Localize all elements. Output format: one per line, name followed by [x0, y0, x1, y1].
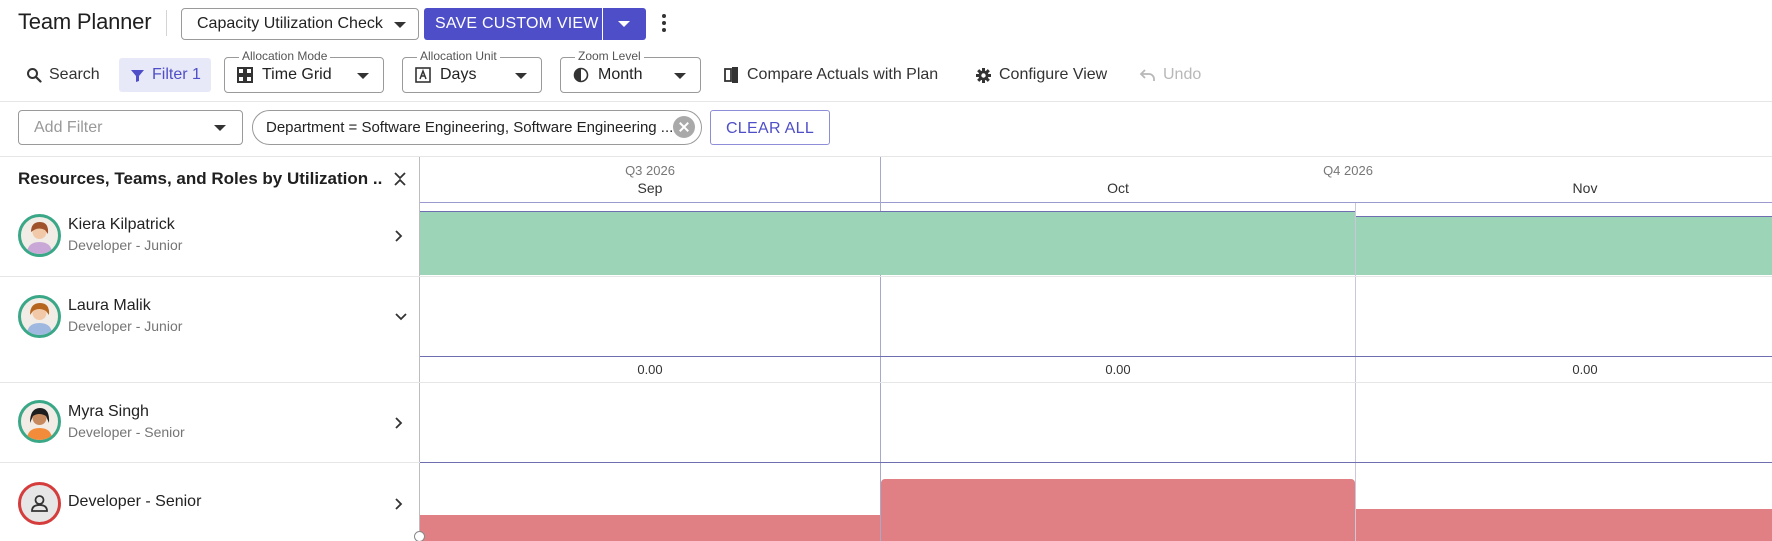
- quarter-label-q4: Q4 2026: [1323, 163, 1373, 178]
- undo-label: Undo: [1163, 66, 1202, 83]
- zoom-level-label: Zoom Level: [575, 49, 644, 63]
- filter-label: Filter 1: [152, 66, 201, 83]
- undo-button[interactable]: Undo: [1139, 58, 1201, 92]
- caret-down-icon: [618, 21, 630, 27]
- grid-header: Resources, Teams, and Roles by Utilizati…: [0, 157, 1772, 203]
- zoom-level-value: Month: [598, 66, 643, 83]
- caret-down-icon: [394, 22, 406, 28]
- allocation-unit-label: Allocation Unit: [417, 49, 500, 63]
- undo-icon: [1139, 69, 1155, 81]
- add-filter-select[interactable]: Add Filter: [18, 110, 243, 145]
- allocation-mode-value: Time Grid: [262, 66, 332, 83]
- caret-down-icon: [674, 73, 686, 79]
- allocation-bar[interactable]: [1356, 217, 1772, 275]
- quarter-label-q3: Q3 2026: [625, 163, 675, 178]
- gear-icon: [976, 67, 991, 83]
- resource-column-header: Resources, Teams, and Roles by Utilizati…: [18, 169, 383, 188]
- resource-name[interactable]: Myra Singh: [68, 403, 149, 421]
- utilization-value: 0.00: [1572, 362, 1598, 377]
- clear-all-button[interactable]: CLEAR ALL: [710, 110, 830, 145]
- over-allocation-bar[interactable]: [420, 515, 880, 541]
- grid-icon: [237, 67, 253, 83]
- resource-name[interactable]: Kiera Kilpatrick: [68, 216, 175, 234]
- zoom-icon: [573, 67, 589, 83]
- over-allocation-bar[interactable]: [881, 479, 1355, 541]
- avatar: [18, 400, 61, 443]
- capacity-line: [420, 462, 1772, 463]
- configure-view-button[interactable]: Configure View: [975, 58, 1107, 92]
- add-filter-placeholder: Add Filter: [34, 119, 103, 136]
- view-selector[interactable]: Capacity Utilization Check: [181, 8, 419, 40]
- save-options-button[interactable]: [603, 8, 646, 40]
- toolbar: Search Filter 1 Allocation Mode Time Gri…: [0, 48, 1772, 102]
- row-divider: [0, 462, 420, 463]
- compare-actuals-button[interactable]: Compare Actuals with Plan: [724, 58, 938, 92]
- capacity-line: [1356, 216, 1772, 217]
- filter-icon: [131, 69, 144, 82]
- unit-box-icon: [415, 67, 431, 83]
- more-options-icon[interactable]: [657, 13, 671, 35]
- month-label-nov: Nov: [1572, 180, 1598, 196]
- row-divider: [0, 382, 1772, 383]
- save-custom-view-button[interactable]: SAVE CUSTOM VIEW: [424, 8, 602, 40]
- resource-role: Developer - Junior: [68, 237, 183, 253]
- capacity-line: [420, 211, 1355, 212]
- month-label-oct: Oct: [1107, 180, 1129, 196]
- app-title: Team Planner: [18, 9, 152, 34]
- month-label-sep: Sep: [637, 180, 663, 196]
- collapse-all-icon[interactable]: [393, 171, 407, 187]
- role-name[interactable]: Developer - Senior: [68, 493, 201, 511]
- filter-button[interactable]: Filter 1: [119, 58, 211, 92]
- resource-role: Developer - Junior: [68, 318, 183, 334]
- avatar: [18, 214, 61, 257]
- header-divider: [420, 202, 1772, 203]
- filter-row: Add Filter Department = Software Enginee…: [0, 102, 1772, 157]
- search-icon: [27, 68, 42, 83]
- over-allocation-bar[interactable]: [1356, 509, 1772, 541]
- title-divider: [166, 10, 167, 36]
- row-divider: [0, 276, 1772, 277]
- chevron-down-icon[interactable]: [394, 312, 408, 322]
- search-button[interactable]: Search: [26, 58, 100, 92]
- utilization-value: 0.00: [637, 362, 663, 377]
- chevron-right-icon[interactable]: [394, 229, 404, 243]
- zoom-level-select[interactable]: Zoom Level Month: [560, 49, 701, 93]
- caret-down-icon: [357, 73, 369, 79]
- filter-chip-text: Department = Software Engineering, Softw…: [266, 119, 674, 136]
- view-selector-value: Capacity Utilization Check: [197, 15, 383, 32]
- chevron-right-icon[interactable]: [394, 416, 404, 430]
- caret-down-icon: [515, 73, 527, 79]
- allocation-mode-label: Allocation Mode: [239, 49, 331, 63]
- resource-name[interactable]: Laura Malik: [68, 297, 151, 315]
- top-bar: Team Planner Capacity Utilization Check …: [0, 0, 1772, 48]
- caret-down-icon: [214, 125, 226, 131]
- compare-label: Compare Actuals with Plan: [747, 66, 939, 83]
- role-avatar: [18, 482, 61, 525]
- capacity-line: [420, 356, 1772, 357]
- search-label: Search: [49, 66, 100, 83]
- remove-filter-icon[interactable]: [673, 116, 695, 138]
- chevron-right-icon[interactable]: [394, 497, 404, 511]
- allocation-mode-select[interactable]: Allocation Mode Time Grid: [224, 49, 384, 93]
- allocation-bar[interactable]: [420, 212, 1355, 275]
- filter-chip[interactable]: Department = Software Engineering, Softw…: [252, 110, 702, 145]
- allocation-unit-select[interactable]: Allocation Unit Days: [402, 49, 542, 93]
- avatar: [18, 295, 61, 338]
- resize-handle[interactable]: [414, 531, 425, 541]
- compare-icon: [724, 67, 738, 83]
- resource-role: Developer - Senior: [68, 424, 185, 440]
- allocation-unit-value: Days: [440, 66, 477, 83]
- configure-label: Configure View: [999, 66, 1108, 83]
- utilization-value: 0.00: [1105, 362, 1131, 377]
